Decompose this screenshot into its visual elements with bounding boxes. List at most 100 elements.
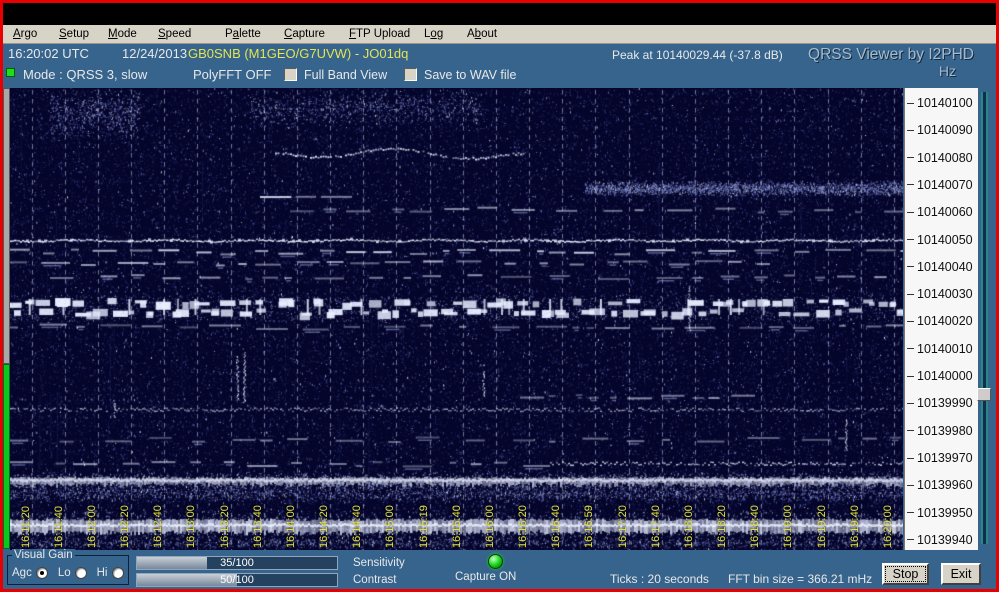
time-label: 16:13:20 bbox=[219, 505, 231, 548]
menu-bar: Argo Setup Mode Speed Palette Capture FTP Uplo… bbox=[3, 25, 996, 44]
capture-progress-meter bbox=[3, 88, 10, 549]
full-band-view-label: Full Band View bbox=[304, 68, 387, 82]
hi-label: Hi bbox=[97, 567, 108, 579]
freq-tick bbox=[907, 212, 914, 213]
time-label: 16:19:40 bbox=[849, 505, 861, 548]
freq-tick bbox=[907, 430, 914, 431]
menu-item-setup[interactable]: Setup bbox=[56, 27, 92, 41]
freq-tick bbox=[907, 239, 914, 240]
menu-item-capture[interactable]: Capture bbox=[281, 27, 328, 41]
stop-button[interactable]: Stop bbox=[882, 563, 929, 585]
frequency-slider-thumb[interactable] bbox=[977, 388, 991, 401]
freq-label: 10139940 bbox=[907, 533, 973, 547]
time-label: 16:18:40 bbox=[749, 505, 761, 548]
fft-bin-readout: FFT bin size = 366.21 mHz bbox=[728, 572, 872, 586]
main-area: 16:11:20 16:11:40 16:12:00 16:12:20 16:12:40… bbox=[3, 88, 996, 550]
freq-label: 10140070 bbox=[907, 178, 973, 192]
sensitivity-value: 35/100 bbox=[137, 557, 337, 570]
date-display: 12/24/2013 bbox=[122, 46, 187, 61]
time-label: 16:12:20 bbox=[119, 505, 131, 548]
hi-radio[interactable] bbox=[112, 567, 124, 579]
menu-item-argo[interactable]: Argo bbox=[10, 27, 40, 41]
ticks-readout: Ticks : 20 seconds bbox=[610, 572, 709, 586]
lo-radio[interactable] bbox=[75, 567, 87, 579]
menu-item-log[interactable]: Log bbox=[421, 27, 446, 41]
time-label: 16:11:40 bbox=[53, 506, 65, 548]
freq-label: 10140010 bbox=[907, 342, 973, 356]
callsign-display: GB0SNB (M1GEO/G7UVW) - JO01dq bbox=[188, 46, 408, 61]
frequency-slider-track[interactable] bbox=[981, 92, 988, 544]
freq-label: 10140090 bbox=[907, 123, 973, 137]
freq-tick bbox=[907, 103, 914, 104]
waterfall-display[interactable] bbox=[10, 88, 903, 550]
time-label: 16:12:00 bbox=[86, 505, 98, 548]
save-wav-label: Save to WAV file bbox=[424, 68, 516, 82]
meter-remaining bbox=[3, 88, 10, 364]
freq-label: 10140000 bbox=[907, 369, 973, 383]
menu-item-mode[interactable]: Mode bbox=[105, 27, 140, 41]
menu-item-about[interactable]: About bbox=[464, 27, 500, 41]
freq-tick bbox=[907, 403, 914, 404]
time-label: 16:17:20 bbox=[617, 505, 629, 548]
capture-led-icon bbox=[488, 554, 503, 569]
time-label: 16:16:20 bbox=[517, 505, 529, 548]
title-bar[interactable] bbox=[3, 3, 996, 25]
exit-button[interactable]: Exit bbox=[941, 563, 981, 585]
time-label: 16:16:59 bbox=[583, 505, 595, 548]
freq-tick bbox=[907, 512, 914, 513]
mode-status: Mode : QRSS 3, slow bbox=[23, 67, 147, 82]
full-band-view-checkbox[interactable] bbox=[284, 68, 297, 81]
freq-tick bbox=[907, 266, 914, 267]
capture-status: Capture ON bbox=[455, 571, 516, 583]
freq-tick bbox=[907, 458, 914, 459]
freq-label: 10140050 bbox=[907, 233, 973, 247]
time-label: 16:15:40 bbox=[451, 505, 463, 548]
freq-label: 10139980 bbox=[907, 424, 973, 438]
freq-tick bbox=[907, 376, 914, 377]
freq-tick bbox=[907, 485, 914, 486]
freq-tick bbox=[907, 321, 914, 322]
meter-elapsed bbox=[3, 364, 10, 549]
time-label: 16:14:40 bbox=[351, 505, 363, 548]
freq-label: 10140020 bbox=[907, 314, 973, 328]
agc-label: Agc bbox=[12, 567, 32, 579]
freq-label: 10140100 bbox=[907, 96, 973, 110]
visual-gain-label: Visual Gain bbox=[12, 549, 75, 561]
run-indicator bbox=[6, 68, 15, 77]
header-panel: 16:20:02 UTC 12/24/2013 GB0SNB (M1GEO/G7… bbox=[3, 44, 996, 88]
polyfft-status[interactable]: PolyFFT OFF bbox=[193, 67, 271, 82]
window-border-left bbox=[0, 0, 3, 592]
time-label: 16:15:00 bbox=[384, 505, 396, 548]
app-title: QRSS Viewer by I2PHD bbox=[808, 46, 974, 64]
peak-readout: Peak at 10140029.44 (-37.8 dB) bbox=[612, 48, 783, 62]
freq-label: 10140080 bbox=[907, 151, 973, 165]
freq-label: 10140040 bbox=[907, 260, 973, 274]
contrast-slider[interactable]: 50/100 bbox=[136, 573, 338, 587]
time-label: 16:18:00 bbox=[683, 505, 695, 548]
argo-window: Argo Setup Mode Speed Palette Capture FTP Uplo… bbox=[0, 0, 999, 592]
frequency-scale: 1014010010140090101400801014007010140060… bbox=[904, 88, 978, 550]
time-label: 16:14:20 bbox=[318, 505, 330, 548]
lo-label: Lo bbox=[58, 567, 71, 579]
time-label: 16:13:40 bbox=[252, 505, 264, 548]
time-label: 16:19:00 bbox=[782, 505, 794, 548]
menu-item-speed[interactable]: Speed bbox=[155, 27, 194, 41]
menu-item-palette[interactable]: Palette bbox=[222, 27, 264, 41]
freq-label: 10139990 bbox=[907, 396, 973, 410]
menu-item-ftp-upload[interactable]: FTP Upload bbox=[346, 27, 413, 41]
freq-label: 10140030 bbox=[907, 287, 973, 301]
freq-tick bbox=[907, 184, 914, 185]
freq-tick bbox=[907, 539, 914, 540]
freq-label: 10139950 bbox=[907, 506, 973, 520]
agc-radio[interactable] bbox=[36, 567, 48, 579]
time-label: 16:16:40 bbox=[550, 505, 562, 548]
time-label: 16:15:19 bbox=[418, 505, 430, 548]
sensitivity-slider[interactable]: 35/100 bbox=[136, 556, 338, 570]
freq-label: 10139970 bbox=[907, 451, 973, 465]
freq-tick bbox=[907, 294, 914, 295]
time-label: 16:12:40 bbox=[152, 505, 164, 548]
time-label: 16:11:20 bbox=[20, 506, 32, 548]
save-wav-checkbox[interactable] bbox=[404, 68, 417, 81]
freq-tick bbox=[907, 348, 914, 349]
time-label: 16:14:00 bbox=[285, 505, 297, 548]
